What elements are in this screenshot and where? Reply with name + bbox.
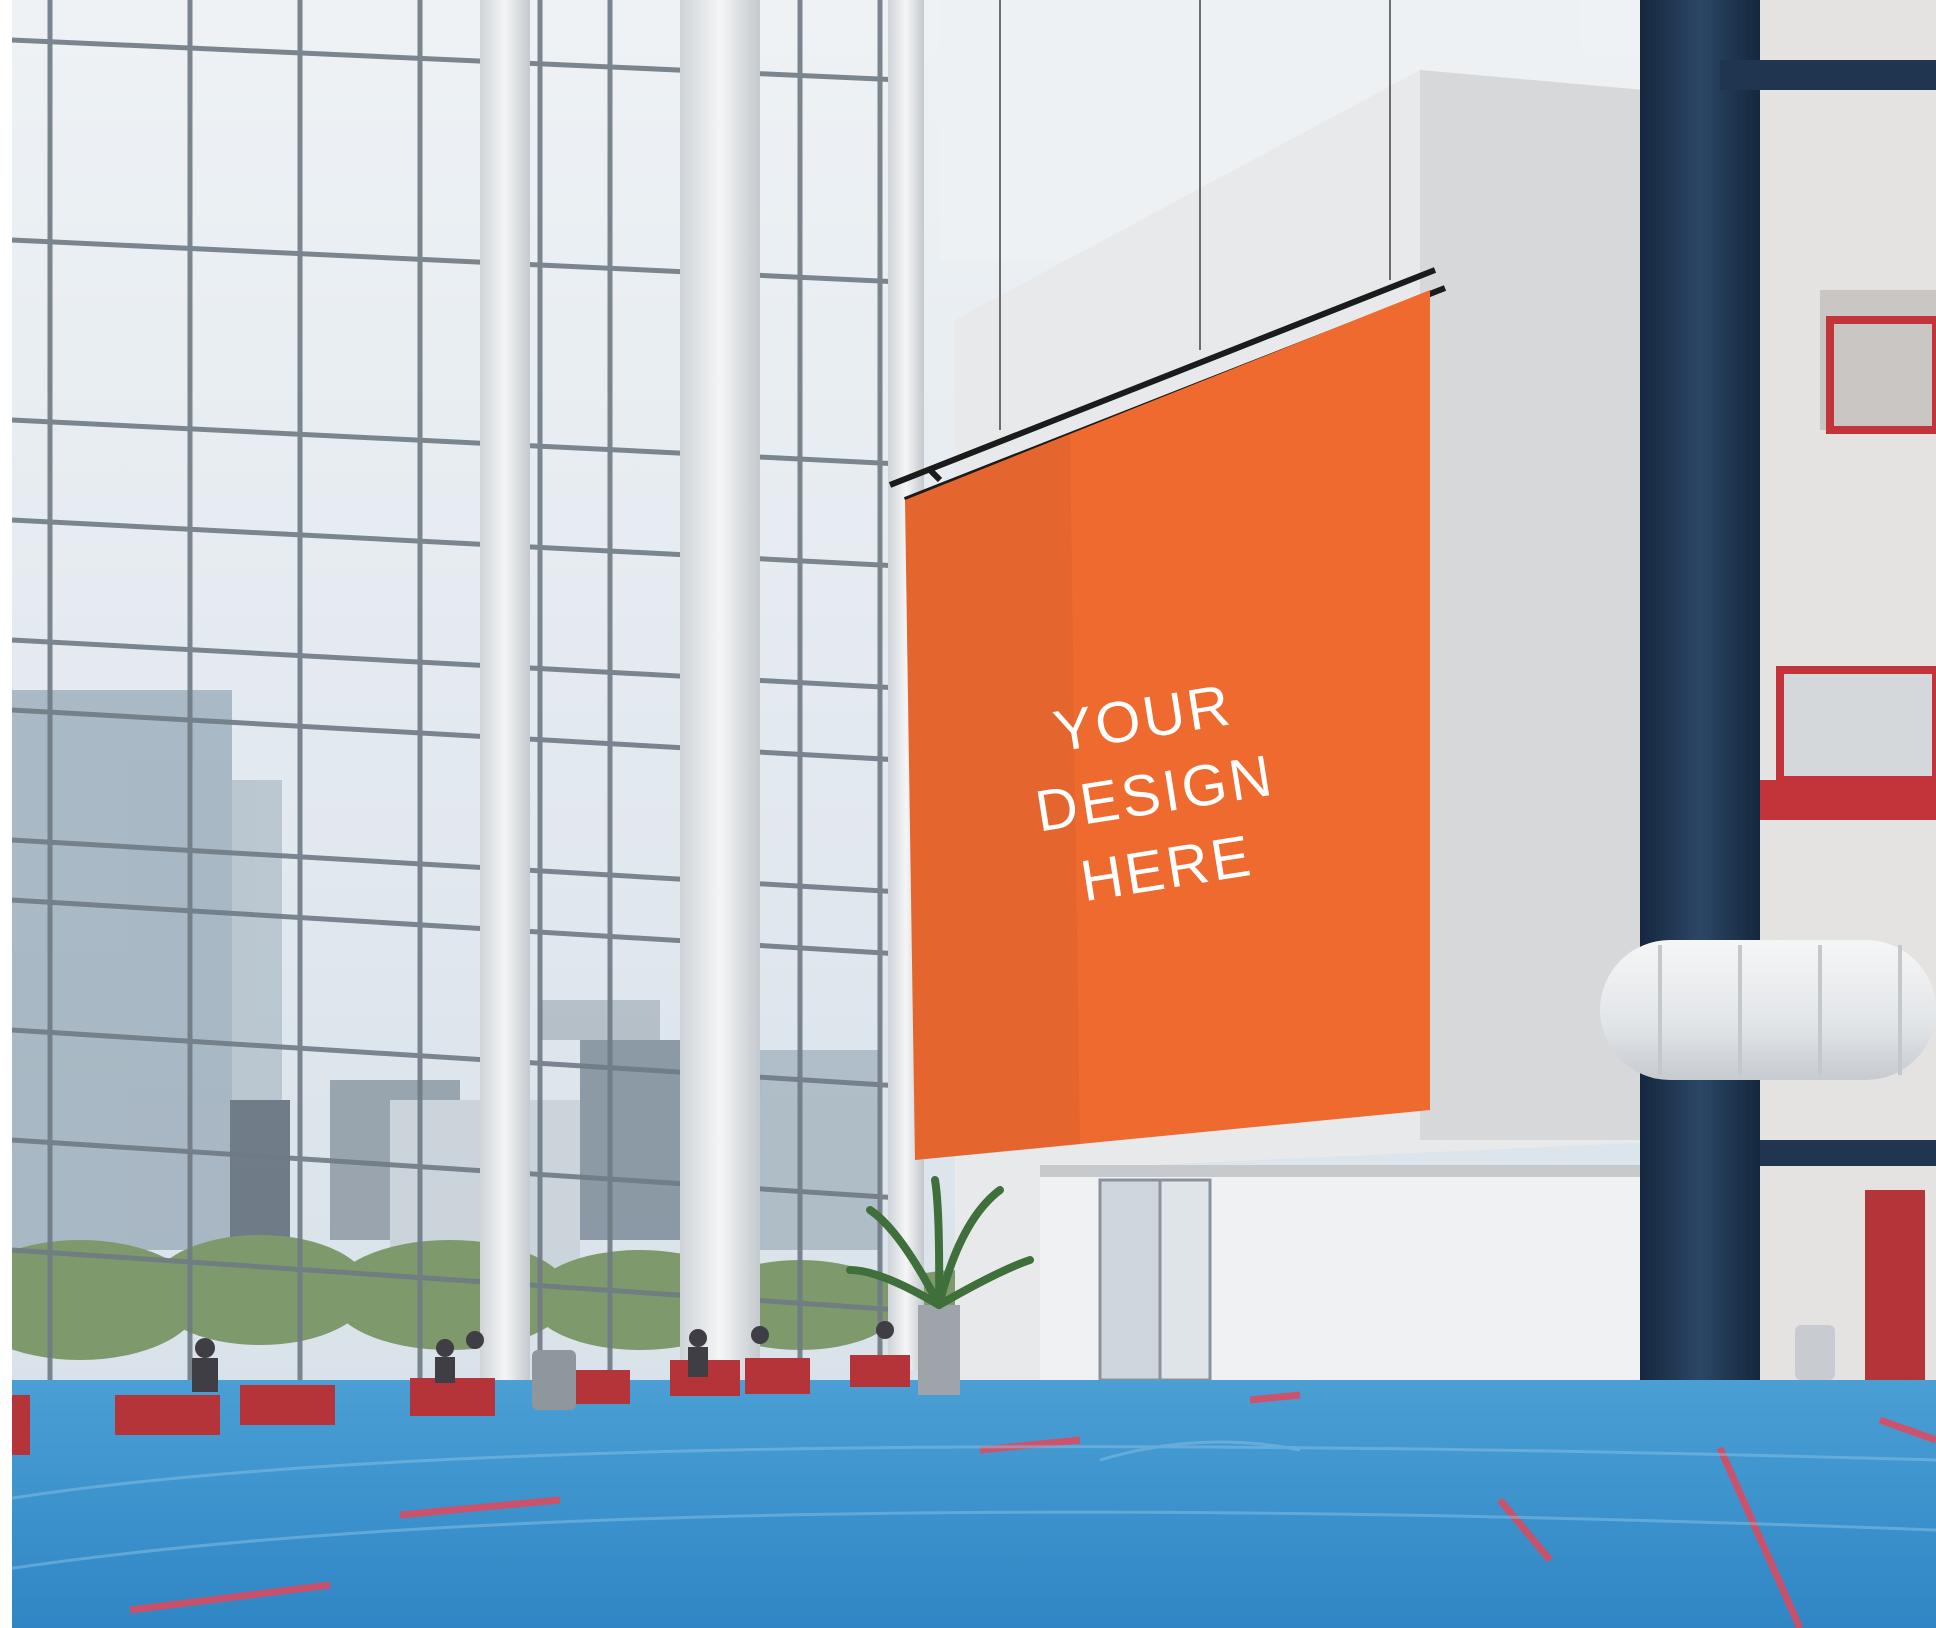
pillar-mid <box>680 0 760 1390</box>
trash-bin-left <box>532 1350 576 1410</box>
door <box>1098 1178 1162 1382</box>
pillar-left <box>480 0 530 1420</box>
trash-bin-right <box>1795 1325 1835 1380</box>
red-door <box>1865 1190 1925 1380</box>
air-duct <box>1600 940 1936 1080</box>
atrium-scene: YOUR DESIGN HERE <box>0 0 1936 1628</box>
red-railing-lower <box>1776 666 1936 784</box>
navy-column <box>1640 0 1760 1390</box>
